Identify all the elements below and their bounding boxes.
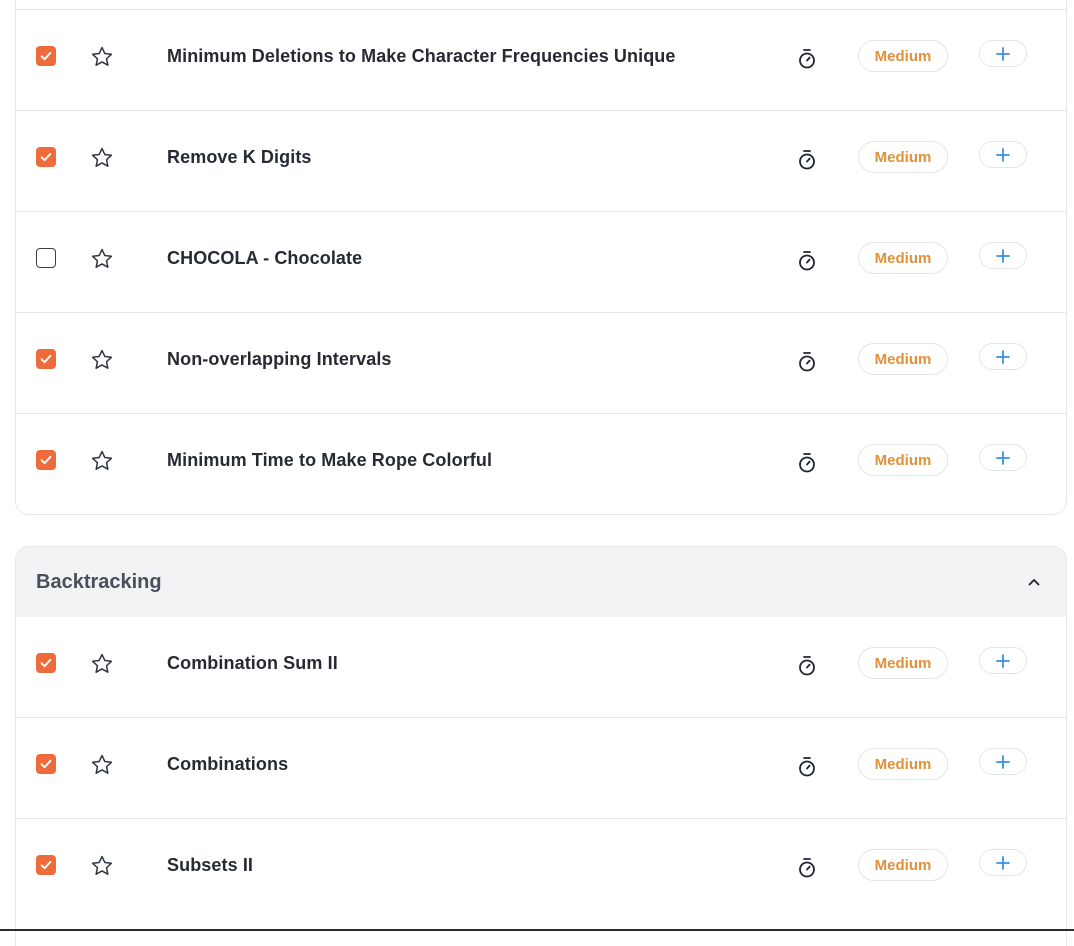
- problem-row: Non-overlapping Intervals Medium: [16, 313, 1066, 414]
- problem-row: Remove K Digits Medium: [16, 111, 1066, 212]
- star-icon[interactable]: [90, 348, 114, 372]
- section-card-backtracking: Backtracking Combination Sum II Medium C…: [15, 546, 1067, 946]
- star-icon[interactable]: [90, 247, 114, 271]
- completed-checkbox[interactable]: [36, 248, 56, 268]
- problem-row: Minimum Deletions to Make Character Freq…: [16, 10, 1066, 111]
- plus-icon: [996, 450, 1010, 465]
- add-button[interactable]: [979, 343, 1027, 370]
- check-icon: [40, 51, 52, 61]
- problem-list: Minimum Deletions to Make Character Freq…: [16, 10, 1066, 515]
- add-button[interactable]: [979, 748, 1027, 775]
- completed-checkbox[interactable]: [36, 147, 56, 167]
- difficulty-badge: Medium: [858, 444, 948, 476]
- star-icon[interactable]: [90, 449, 114, 473]
- difficulty-badge: Medium: [858, 40, 948, 72]
- add-button[interactable]: [979, 40, 1027, 67]
- difficulty-badge: Medium: [858, 849, 948, 881]
- problem-title[interactable]: Combinations: [167, 754, 288, 775]
- problem-list: Combination Sum II Medium Combinations M…: [16, 617, 1066, 920]
- stopwatch-icon[interactable]: [796, 250, 818, 272]
- plus-icon: [996, 754, 1010, 769]
- section-header[interactable]: Backtracking: [16, 547, 1066, 617]
- completed-checkbox[interactable]: [36, 754, 56, 774]
- problem-title[interactable]: Minimum Time to Make Rope Colorful: [167, 450, 492, 471]
- problem-title[interactable]: Combination Sum II: [167, 653, 338, 674]
- completed-checkbox[interactable]: [36, 450, 56, 470]
- stopwatch-icon[interactable]: [796, 149, 818, 171]
- star-icon[interactable]: [90, 45, 114, 69]
- problem-title[interactable]: Non-overlapping Intervals: [167, 349, 392, 370]
- problem-row: Combinations Medium: [16, 718, 1066, 819]
- difficulty-badge: Medium: [858, 242, 948, 274]
- plus-icon: [996, 653, 1010, 668]
- add-button[interactable]: [979, 849, 1027, 876]
- completed-checkbox[interactable]: [36, 855, 56, 875]
- problem-list-card: Minimum Deletions to Make Character Freq…: [15, 0, 1067, 515]
- completed-checkbox[interactable]: [36, 349, 56, 369]
- problem-row: CHOCOLA - Chocolate Medium: [16, 212, 1066, 313]
- plus-icon: [996, 147, 1010, 162]
- completed-checkbox[interactable]: [36, 653, 56, 673]
- add-button[interactable]: [979, 141, 1027, 168]
- check-icon: [40, 354, 52, 364]
- check-icon: [40, 658, 52, 668]
- problem-title[interactable]: Remove K Digits: [167, 147, 312, 168]
- stopwatch-icon[interactable]: [796, 756, 818, 778]
- plus-icon: [996, 46, 1010, 61]
- completed-checkbox[interactable]: [36, 46, 56, 66]
- check-icon: [40, 455, 52, 465]
- star-icon[interactable]: [90, 146, 114, 170]
- plus-icon: [996, 855, 1010, 870]
- star-icon[interactable]: [90, 854, 114, 878]
- problem-title[interactable]: CHOCOLA - Chocolate: [167, 248, 362, 269]
- problem-title[interactable]: Minimum Deletions to Make Character Freq…: [167, 46, 676, 67]
- plus-icon: [996, 248, 1010, 263]
- add-button[interactable]: [979, 444, 1027, 471]
- stopwatch-icon[interactable]: [796, 48, 818, 70]
- check-icon: [40, 152, 52, 162]
- stopwatch-icon[interactable]: [796, 351, 818, 373]
- star-icon[interactable]: [90, 753, 114, 777]
- difficulty-badge: Medium: [858, 748, 948, 780]
- stopwatch-icon[interactable]: [796, 655, 818, 677]
- difficulty-badge: Medium: [858, 141, 948, 173]
- add-button[interactable]: [979, 647, 1027, 674]
- stopwatch-icon[interactable]: [796, 857, 818, 879]
- stopwatch-icon[interactable]: [796, 452, 818, 474]
- section-title: Backtracking: [36, 570, 162, 593]
- difficulty-badge: Medium: [858, 343, 948, 375]
- difficulty-badge: Medium: [858, 647, 948, 679]
- chevron-up-icon[interactable]: [1022, 570, 1046, 594]
- problem-row: Combination Sum II Medium: [16, 617, 1066, 718]
- problem-title[interactable]: Subsets II: [167, 855, 253, 876]
- check-icon: [40, 759, 52, 769]
- problem-row: Subsets II Medium: [16, 819, 1066, 920]
- check-icon: [40, 860, 52, 870]
- add-button[interactable]: [979, 242, 1027, 269]
- star-icon[interactable]: [90, 652, 114, 676]
- plus-icon: [996, 349, 1010, 364]
- problem-row: Minimum Time to Make Rope Colorful Mediu…: [16, 414, 1066, 515]
